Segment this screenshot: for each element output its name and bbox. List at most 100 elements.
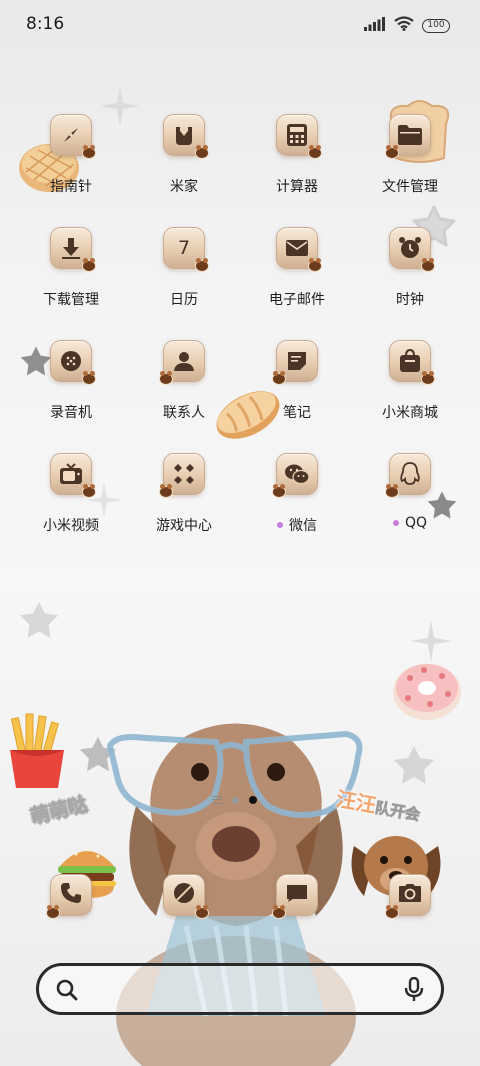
- contacts-icon: [159, 340, 205, 385]
- notes-icon: [272, 340, 318, 385]
- search-bar[interactable]: [36, 963, 444, 1015]
- page-dot: [232, 796, 239, 804]
- app-recorder[interactable]: 录音机: [23, 340, 119, 430]
- paw-badge-icon: [272, 371, 286, 385]
- wifi-icon: [394, 16, 414, 35]
- signal-icon: [364, 16, 386, 35]
- calendar-day: 7: [177, 237, 191, 259]
- paw-badge-icon: [421, 258, 435, 272]
- paw-badge-icon: [385, 145, 399, 159]
- app-download-manager[interactable]: 下载管理: [23, 227, 119, 317]
- app-contacts[interactable]: 联系人: [136, 340, 232, 430]
- paw-badge-icon: [272, 484, 286, 498]
- browser-icon: [172, 881, 196, 909]
- status-bar: 8:16 100: [0, 0, 480, 50]
- sticker-text-rest: 队开会: [373, 798, 422, 825]
- app-label: 小米视频: [43, 518, 99, 534]
- app-calendar[interactable]: 7 日历: [136, 227, 232, 317]
- app-qq[interactable]: QQ: [362, 453, 458, 543]
- paw-badge-icon: [82, 484, 96, 498]
- app-label: 日历: [170, 292, 198, 308]
- search-icon: [55, 978, 79, 1006]
- status-icons: 100: [364, 16, 450, 35]
- camera-icon: [398, 883, 422, 907]
- app-label: 小米商城: [382, 405, 438, 421]
- phone-icon: [60, 882, 82, 908]
- app-label: 笔记: [283, 405, 311, 421]
- paw-badge-icon: [308, 145, 322, 159]
- app-label: QQ: [404, 515, 428, 531]
- app-label: 录音机: [50, 405, 92, 421]
- app-label: 电子邮件: [269, 292, 325, 308]
- new-indicator-dot: [277, 522, 283, 528]
- star-sticker-icon: [19, 601, 59, 639]
- mijia-icon: [163, 114, 209, 159]
- page-indicator[interactable]: [212, 796, 257, 804]
- app-mijia[interactable]: 米家: [136, 114, 232, 204]
- shopping-bag-icon: [389, 340, 435, 385]
- paw-badge-icon: [308, 258, 322, 272]
- page-dot-active: [249, 796, 257, 804]
- sticker-text-dog-team: 汪汪队开会: [334, 783, 423, 826]
- download-icon: [50, 227, 96, 272]
- app-email[interactable]: 电子邮件: [249, 227, 345, 317]
- app-label: 微信: [289, 518, 317, 534]
- star-sticker-icon: [79, 736, 117, 772]
- folder-icon: [385, 114, 431, 159]
- search-input[interactable]: [95, 976, 375, 1002]
- app-game-center[interactable]: 游戏中心: [136, 453, 232, 543]
- paw-badge-icon: [82, 145, 96, 159]
- sparkle-icon: [410, 620, 452, 662]
- app-wechat[interactable]: 微信: [249, 453, 345, 543]
- app-drawer-indicator-icon: [212, 796, 222, 804]
- qq-icon: [385, 453, 431, 498]
- dock-browser[interactable]: [163, 874, 209, 919]
- paw-badge-icon: [195, 258, 209, 272]
- microphone-icon[interactable]: [403, 976, 425, 1007]
- paw-badge-icon: [82, 371, 96, 385]
- app-notes[interactable]: 笔记: [249, 340, 345, 430]
- app-calculator[interactable]: 计算器: [249, 114, 345, 204]
- game-icon: [159, 453, 205, 498]
- app-label: 计算器: [276, 179, 318, 195]
- alarm-clock-icon: [389, 227, 435, 272]
- status-time: 8:16: [26, 14, 65, 34]
- app-label: 米家: [170, 179, 198, 195]
- paw-badge-icon: [159, 484, 173, 498]
- app-file-manager[interactable]: 文件管理: [362, 114, 458, 204]
- app-mi-store[interactable]: 小米商城: [362, 340, 458, 430]
- paw-badge-icon: [385, 484, 399, 498]
- app-compass[interactable]: 指南针: [23, 114, 119, 204]
- paw-badge-icon: [46, 905, 60, 919]
- app-label: 指南针: [50, 179, 92, 195]
- sticker-text-highlight: 汪汪: [334, 786, 378, 818]
- sticker-text-cute: 萌萌哒: [28, 793, 90, 829]
- paw-badge-icon: [385, 905, 399, 919]
- tv-icon: [50, 453, 96, 498]
- messages-icon: [285, 883, 309, 907]
- mail-icon: [276, 227, 322, 272]
- battery-icon: 100: [422, 18, 450, 33]
- app-mi-video[interactable]: 小米视频: [23, 453, 119, 543]
- calculator-icon: [276, 114, 322, 159]
- app-label: 下载管理: [43, 292, 99, 308]
- app-label: 游戏中心: [156, 518, 212, 534]
- paw-badge-icon: [159, 371, 173, 385]
- dock-phone[interactable]: [46, 874, 92, 919]
- recorder-icon: [50, 340, 96, 385]
- donut-sticker-icon: [393, 664, 461, 720]
- dock-camera[interactable]: [385, 874, 431, 919]
- app-label: 文件管理: [382, 179, 438, 195]
- paw-badge-icon: [82, 258, 96, 272]
- app-label: 时钟: [396, 292, 424, 308]
- star-sticker-icon: [394, 746, 434, 784]
- app-label: 联系人: [163, 405, 205, 421]
- paw-badge-icon: [195, 905, 209, 919]
- compass-icon: [50, 114, 96, 159]
- fries-sticker-icon: [10, 713, 64, 788]
- app-clock[interactable]: 时钟: [362, 227, 458, 317]
- paw-badge-icon: [272, 905, 286, 919]
- new-indicator-dot: [392, 520, 399, 526]
- dock-messages[interactable]: [272, 874, 318, 919]
- paw-badge-icon: [195, 145, 209, 159]
